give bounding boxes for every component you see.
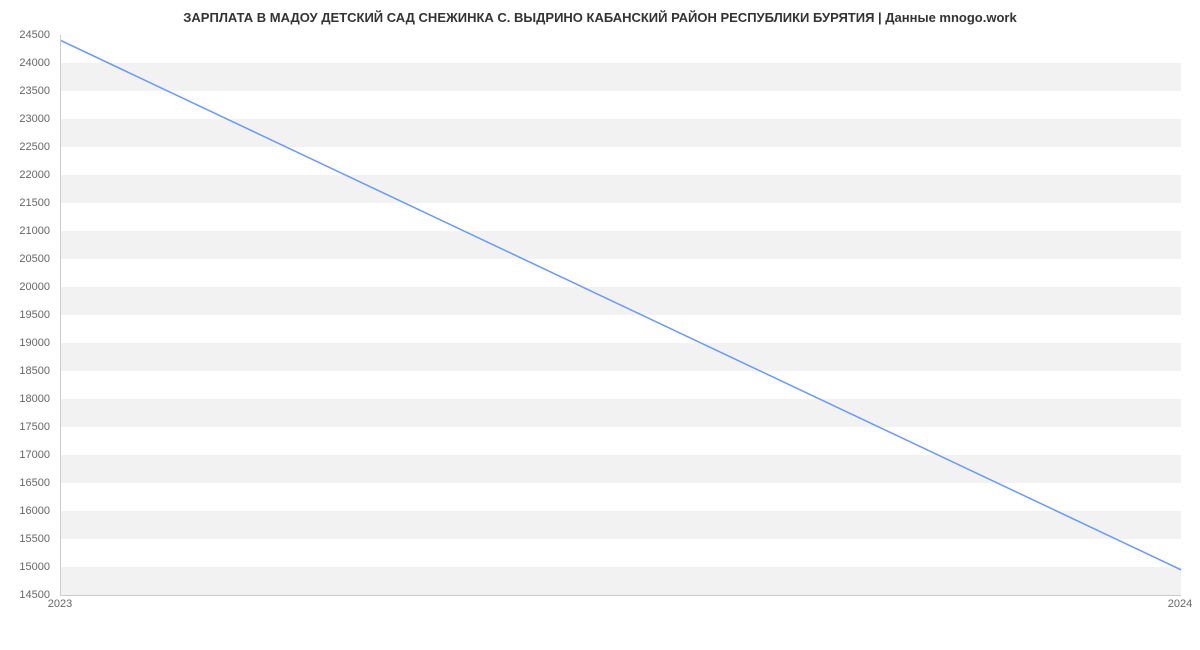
y-tick-label: 23000: [19, 113, 50, 125]
y-tick-label: 16000: [19, 505, 50, 517]
y-tick-label: 20500: [19, 253, 50, 265]
y-tick-label: 19000: [19, 337, 50, 349]
y-tick-label: 15500: [19, 533, 50, 545]
y-tick-label: 20000: [19, 281, 50, 293]
y-tick-label: 18500: [19, 365, 50, 377]
chart-container: ЗАРПЛАТА В МАДОУ ДЕТСКИЙ САД СНЕЖИНКА С.…: [0, 0, 1200, 650]
x-tick-label: 2023: [48, 598, 72, 610]
y-tick-label: 17500: [19, 421, 50, 433]
y-tick-label: 14500: [19, 589, 50, 601]
y-tick-label: 24000: [19, 57, 50, 69]
y-tick-label: 23500: [19, 85, 50, 97]
y-tick-label: 16500: [19, 477, 50, 489]
y-tick-label: 18000: [19, 393, 50, 405]
x-axis-labels: 20232024: [60, 598, 1180, 618]
y-tick-label: 24500: [19, 29, 50, 41]
chart-svg: [61, 35, 1181, 595]
x-tick-label: 2024: [1168, 598, 1192, 610]
y-tick-label: 15000: [19, 561, 50, 573]
y-tick-label: 21500: [19, 197, 50, 209]
y-tick-label: 17000: [19, 449, 50, 461]
chart-title: ЗАРПЛАТА В МАДОУ ДЕТСКИЙ САД СНЕЖИНКА С.…: [0, 0, 1200, 30]
y-tick-label: 21000: [19, 225, 50, 237]
y-tick-label: 19500: [19, 309, 50, 321]
plot-area: [60, 35, 1181, 596]
y-tick-label: 22000: [19, 169, 50, 181]
y-tick-label: 22500: [19, 141, 50, 153]
data-line: [61, 41, 1181, 570]
y-axis-labels: 1450015000155001600016500170001750018000…: [0, 35, 55, 595]
